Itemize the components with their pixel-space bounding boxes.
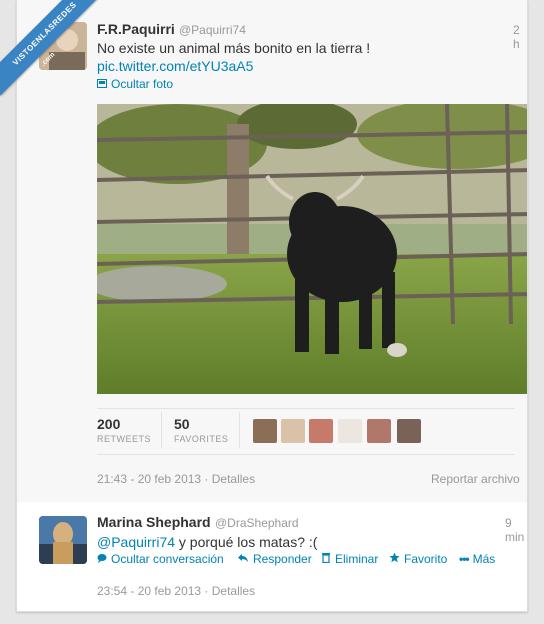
- hide-conversation-label: Ocultar conversación: [111, 552, 224, 566]
- hide-conversation-button[interactable]: Ocultar conversación: [97, 552, 224, 566]
- stats-separator: [161, 412, 162, 448]
- delete-button[interactable]: Eliminar: [321, 552, 378, 566]
- avatar[interactable]: [39, 516, 87, 564]
- favorites-label: FAVORITES: [174, 434, 229, 444]
- mention-link[interactable]: @Paquirri74: [97, 534, 175, 550]
- retweets-label: RETWEETS: [97, 434, 152, 444]
- reply-text: y porqué los matas? :(: [175, 534, 318, 550]
- author-name[interactable]: Marina Shephard: [97, 514, 211, 530]
- hide-photo-label: Ocultar foto: [111, 77, 174, 91]
- reply-button[interactable]: Responder: [237, 552, 312, 566]
- favorite-label: Favorito: [404, 552, 448, 566]
- photo-icon: [97, 77, 107, 91]
- hide-photo-link[interactable]: Ocultar foto: [97, 77, 173, 91]
- tweet-photo[interactable]: [97, 104, 527, 394]
- tweet-time[interactable]: 2 h: [513, 23, 527, 51]
- reply-icon: [237, 552, 249, 566]
- favoriter-avatar[interactable]: [367, 419, 391, 443]
- trash-icon: [321, 552, 331, 566]
- author-name[interactable]: F.R.Paquirri: [97, 21, 175, 37]
- tweet-timestamp[interactable]: 21:43 - 20 feb 2013 · Detalles: [97, 472, 255, 486]
- more-label: Más: [472, 552, 496, 566]
- favoriter-avatar[interactable]: [281, 419, 305, 443]
- stats-divider-bottom: [97, 454, 515, 455]
- reply-label: Responder: [253, 552, 312, 566]
- conversation-icon: [97, 552, 107, 566]
- author-handle[interactable]: @Paquirri74: [179, 23, 246, 37]
- tweet-text: No existe un animal más bonito en la tie…: [97, 40, 371, 56]
- star-icon: [389, 552, 400, 566]
- tweet-timestamp[interactable]: 23:54 - 20 feb 2013 · Detalles: [97, 584, 255, 598]
- stats-separator: [239, 412, 240, 448]
- delete-label: Eliminar: [335, 552, 379, 566]
- favoriter-avatar[interactable]: [309, 419, 333, 443]
- tweet-time[interactable]: 9 min: [505, 516, 527, 544]
- more-button[interactable]: ••• Más: [459, 552, 495, 566]
- favorite-button[interactable]: Favorito: [389, 552, 447, 566]
- retweets-count[interactable]: 200: [97, 416, 120, 432]
- more-icon: •••: [459, 552, 470, 566]
- report-link[interactable]: Reportar archivo: [431, 472, 520, 486]
- timeline-panel: F.R.Paquirri @Paquirri74 2 h No existe u…: [16, 0, 528, 612]
- stats-divider-top: [97, 408, 515, 409]
- author-handle[interactable]: @DraShephard: [215, 516, 299, 530]
- favoriter-avatar[interactable]: [397, 419, 421, 443]
- tweet-expanded[interactable]: F.R.Paquirri @Paquirri74 2 h No existe u…: [17, 0, 527, 502]
- favoriter-avatar[interactable]: [253, 419, 277, 443]
- photo-link[interactable]: pic.twitter.com/etYU3aA5: [97, 58, 253, 74]
- tweet-text: @Paquirri74 y porqué los matas? :(: [97, 534, 317, 550]
- favoriter-avatar[interactable]: [338, 419, 362, 443]
- favorites-count[interactable]: 50: [174, 416, 190, 432]
